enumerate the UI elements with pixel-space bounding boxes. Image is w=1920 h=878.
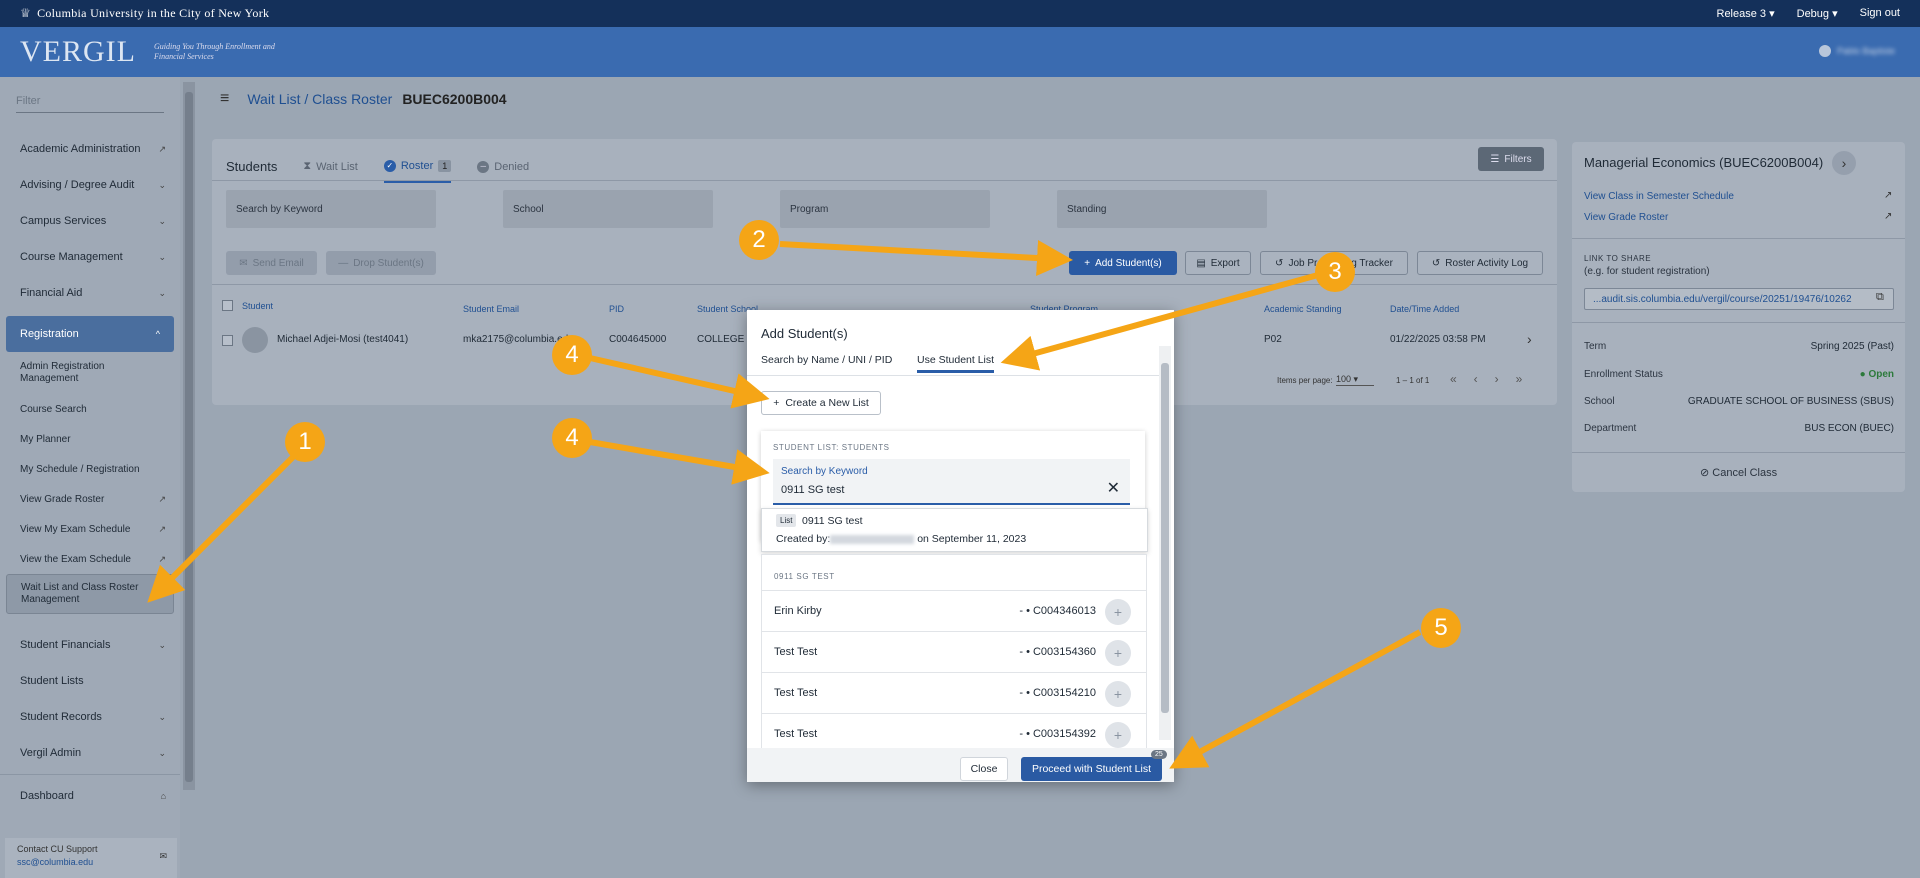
arrow-5: [1169, 629, 1422, 769]
arrow-2: [779, 240, 1073, 276]
callout-4: 4: [552, 335, 592, 375]
callout-5: 5: [1421, 608, 1461, 648]
arrow-1: [147, 447, 303, 603]
callout-1: 1: [285, 422, 325, 462]
arrow-4a: [589, 355, 770, 409]
arrow-4b: [589, 439, 770, 485]
arrow-3: [1000, 272, 1319, 371]
callout-3: 3: [1315, 252, 1355, 292]
callout-4b: 4: [552, 418, 592, 458]
callout-2: 2: [739, 220, 779, 260]
